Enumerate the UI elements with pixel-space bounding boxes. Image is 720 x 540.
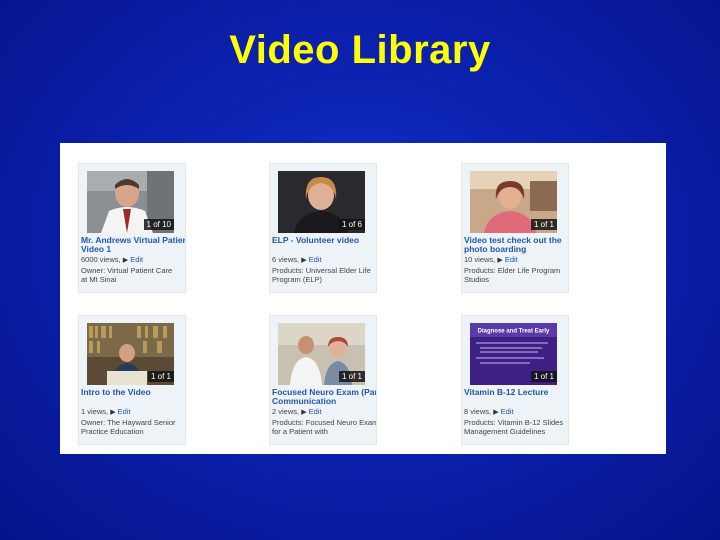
lecture-slide-heading: Diagnose and Treat Early [478,329,550,335]
video-title-link[interactable]: Video test check out the photo boarding [464,236,568,254]
video-title-link[interactable]: Mr. Andrews Virtual Patient Video 1 [81,236,185,254]
edit-link[interactable]: Edit [118,408,131,416]
slide-title: Video Library [229,28,491,72]
view-count: 6000 views [81,256,119,264]
edit-link[interactable]: Edit [501,408,514,416]
video-title-link[interactable]: ELP - Volunteer video [272,236,376,245]
video-card[interactable]: 1 of 10 Mr. Andrews Virtual Patient Vide… [78,163,186,293]
video-product: Products: Vitamin B-12 Slides Management… [464,419,564,436]
view-count: 1 views [81,408,107,416]
video-meta: 6000 views, ▶ Edit [81,256,144,264]
slide-count-badge: 1 of 1 [530,219,557,230]
view-count: 6 views [272,256,298,264]
video-title-link[interactable]: Vitamin B-12 Lecture [464,388,568,397]
video-card[interactable]: 1 of 1 Focused Neuro Exam (Part 1) Commu… [269,315,377,445]
slide-count-badge: 1 of 1 [530,371,557,382]
video-meta: 2 views, ▶ Edit [272,408,322,416]
video-card[interactable]: 1 of 1 Video test check out the photo bo… [461,163,569,293]
video-thumbnail[interactable]: 1 of 6 [278,171,365,233]
view-count: 2 views [272,408,298,416]
video-thumbnail[interactable]: Diagnose and Treat Early 1 of 1 [470,323,557,385]
view-count: 10 views [464,256,494,264]
view-count: 8 views [464,408,490,416]
play-icon: ▶ [122,257,129,264]
video-product: Products: Elder Life Program Studios [464,267,561,284]
video-title-link[interactable]: Focused Neuro Exam (Part 1) Communicatio… [272,388,376,406]
video-thumbnail[interactable]: 1 of 1 [470,171,557,233]
play-icon: ▶ [497,257,503,264]
video-thumbnail[interactable]: 1 of 1 [278,323,365,385]
video-thumbnail[interactable]: 1 of 10 [87,171,174,233]
video-owner: Owner: The Hayward Senior Practice Educa… [81,419,176,436]
play-icon: ▶ [301,257,307,264]
video-thumbnail[interactable]: 1 of 1 [87,323,174,385]
edit-link[interactable]: Edit [309,256,322,264]
edit-link[interactable]: Edit [130,256,143,264]
play-icon: ▶ [301,409,307,416]
slide-count-badge: 1 of 6 [338,219,365,230]
video-meta: 8 views, ▶ Edit [464,408,514,416]
video-meta: 10 views, ▶ Edit [464,256,518,264]
play-icon: ▶ [493,409,499,416]
video-owner: Owner: Virtual Patient Care at Mt Sinai [81,267,173,284]
video-card[interactable]: 1 of 6 ELP - Volunteer video 6 views, ▶ … [269,163,377,293]
play-icon: ▶ [110,409,116,416]
video-meta: 1 views, ▶ Edit [81,408,131,416]
video-meta: 6 views, ▶ Edit [272,256,322,264]
video-product: Products: Universal Elder Life Program (… [272,267,371,284]
video-card[interactable]: Diagnose and Treat Early 1 of 1 Vitamin … [461,315,569,445]
edit-link[interactable]: Edit [505,256,518,264]
video-title-link[interactable]: Intro to the Video [81,388,185,397]
video-library-panel: 1 of 10 Mr. Andrews Virtual Patient Vide… [60,143,666,454]
video-card[interactable]: 1 of 1 Intro to the Video 1 views, ▶ Edi… [78,315,186,445]
edit-link[interactable]: Edit [309,408,322,416]
slide-count-badge: 1 of 10 [143,219,174,230]
slide-count-badge: 1 of 1 [147,371,174,382]
video-product: Products: Focused Neuro Exam for a Patie… [272,419,376,436]
slide-count-badge: 1 of 1 [338,371,365,382]
